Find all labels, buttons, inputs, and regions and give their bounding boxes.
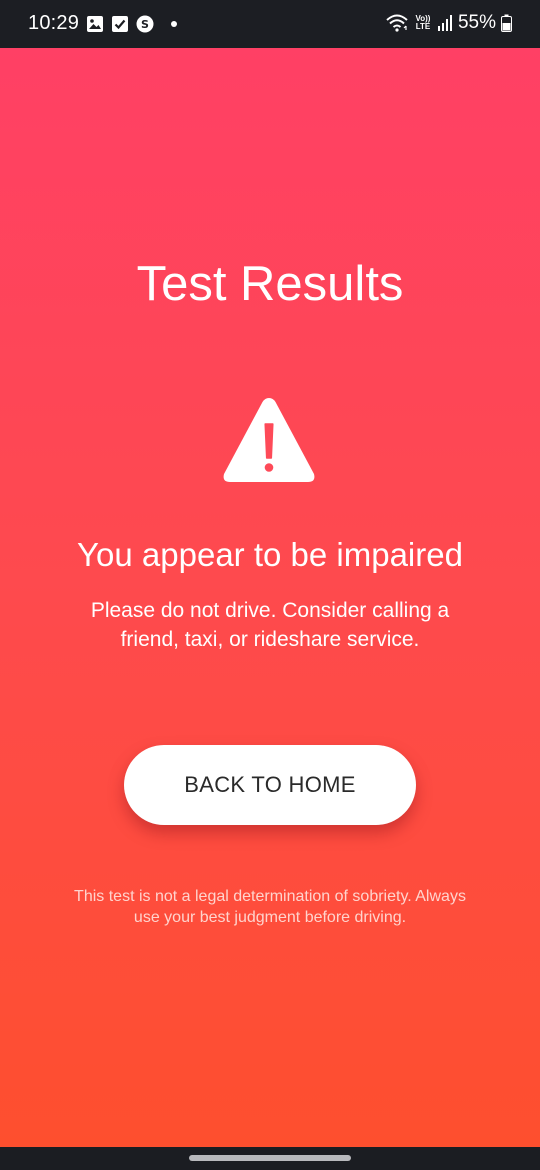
image-icon: [87, 16, 103, 32]
app-screen: 10:29 S Vo)) LTE 55% Test Results You ap…: [0, 0, 540, 1170]
checkbox-icon: [112, 16, 128, 32]
system-icons: Vo)) LTE 55%: [385, 10, 512, 36]
disclaimer-text: This test is not a legal determination o…: [74, 888, 466, 926]
svg-text:S: S: [141, 18, 149, 31]
result-headline: You appear to be impaired: [77, 536, 463, 573]
notification-icons: S: [86, 13, 177, 35]
home-gesture-handle[interactable]: [189, 1155, 351, 1161]
result-panel: Test Results You appear to be impaired P…: [0, 48, 540, 1147]
warning-icon: [223, 398, 315, 482]
battery-icon: [501, 14, 512, 32]
notification-dot: [171, 21, 177, 27]
back-to-home-button[interactable]: BACK TO HOME: [124, 745, 416, 825]
page-title: Test Results: [136, 257, 404, 311]
battery-percentage: 55%: [457, 12, 496, 33]
status-bar: 10:29 S Vo)) LTE 55%: [0, 0, 540, 48]
status-time: 10:29: [28, 12, 80, 34]
volte-icon: Vo)) LTE: [414, 15, 432, 31]
lte-label: LTE: [415, 22, 431, 31]
signal-icon: [437, 15, 452, 31]
s-app-icon: S: [136, 15, 154, 33]
navigation-bar: [0, 1147, 540, 1170]
result-message: Please do not drive. Consider calling a …: [90, 599, 450, 651]
wifi-icon: [386, 14, 408, 32]
